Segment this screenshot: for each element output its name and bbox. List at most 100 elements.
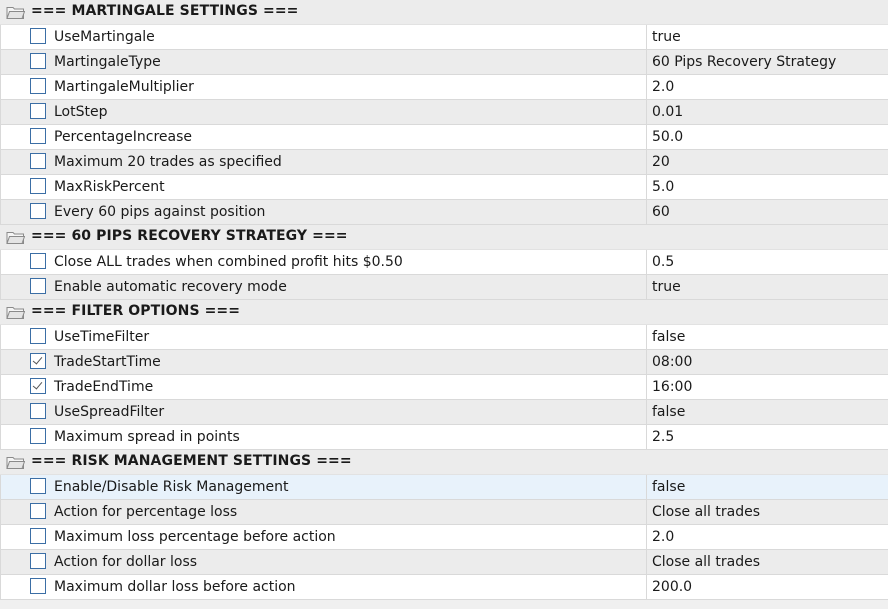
parameter-name-cell[interactable]: UseSpreadFilter: [0, 400, 646, 424]
parameter-value-cell[interactable]: Close all trades: [646, 500, 888, 524]
parameter-checkbox[interactable]: [30, 403, 46, 419]
parameter-value[interactable]: 2.0: [652, 529, 674, 545]
parameter-row[interactable]: UseMartingale true: [0, 25, 888, 50]
parameter-name-cell[interactable]: Enable/Disable Risk Management: [0, 475, 646, 499]
section-header[interactable]: === 60 PIPS RECOVERY STRATEGY ===: [0, 225, 888, 250]
parameter-name-cell[interactable]: TradeEndTime: [0, 375, 646, 399]
parameter-row[interactable]: Close ALL trades when combined profit hi…: [0, 250, 888, 275]
parameter-value[interactable]: 2.5: [652, 429, 674, 445]
parameter-name-cell[interactable]: MaxRiskPercent: [0, 175, 646, 199]
parameter-checkbox[interactable]: [30, 253, 46, 269]
parameter-name-cell[interactable]: Close ALL trades when combined profit hi…: [0, 250, 646, 274]
parameter-name-cell[interactable]: PercentageIncrease: [0, 125, 646, 149]
parameter-checkbox[interactable]: [30, 103, 46, 119]
parameter-value-cell[interactable]: 0.01: [646, 100, 888, 124]
parameter-value[interactable]: Close all trades: [652, 504, 760, 520]
parameter-value-cell[interactable]: 08:00: [646, 350, 888, 374]
parameter-value-cell[interactable]: true: [646, 25, 888, 49]
parameter-checkbox[interactable]: [30, 478, 46, 494]
parameter-name-cell[interactable]: Maximum dollar loss before action: [0, 575, 646, 599]
parameter-value[interactable]: false: [652, 329, 685, 345]
parameter-value[interactable]: Close all trades: [652, 554, 760, 570]
section-header[interactable]: === FILTER OPTIONS ===: [0, 300, 888, 325]
parameter-value-cell[interactable]: false: [646, 400, 888, 424]
parameter-checkbox[interactable]: [30, 78, 46, 94]
parameter-value[interactable]: 08:00: [652, 354, 692, 370]
parameter-value-cell[interactable]: 5.0: [646, 175, 888, 199]
parameter-row[interactable]: Action for dollar loss Close all trades: [0, 550, 888, 575]
parameter-name-cell[interactable]: Every 60 pips against position: [0, 200, 646, 224]
parameter-name-cell[interactable]: Enable automatic recovery mode: [0, 275, 646, 299]
parameter-value[interactable]: 0.01: [652, 104, 683, 120]
parameter-value[interactable]: false: [652, 404, 685, 420]
parameter-value[interactable]: true: [652, 279, 681, 295]
parameter-row[interactable]: UseSpreadFilter false: [0, 400, 888, 425]
parameter-value-cell[interactable]: false: [646, 475, 888, 499]
parameter-row[interactable]: MaxRiskPercent 5.0: [0, 175, 888, 200]
parameter-name-cell[interactable]: Maximum spread in points: [0, 425, 646, 449]
parameter-value-cell[interactable]: 2.0: [646, 525, 888, 549]
parameter-row[interactable]: UseTimeFilter false: [0, 325, 888, 350]
parameter-row[interactable]: TradeEndTime 16:00: [0, 375, 888, 400]
parameter-checkbox[interactable]: [30, 278, 46, 294]
parameter-value[interactable]: 16:00: [652, 379, 692, 395]
parameter-value-cell[interactable]: 50.0: [646, 125, 888, 149]
section-header[interactable]: === MARTINGALE SETTINGS ===: [0, 0, 888, 25]
parameter-name-cell[interactable]: MartingaleType: [0, 50, 646, 74]
parameter-checkbox[interactable]: [30, 428, 46, 444]
parameter-checkbox[interactable]: [30, 553, 46, 569]
parameter-value[interactable]: false: [652, 479, 685, 495]
parameter-row[interactable]: Maximum 20 trades as specified 20: [0, 150, 888, 175]
parameter-value-cell[interactable]: 0.5: [646, 250, 888, 274]
parameter-value[interactable]: 20: [652, 154, 670, 170]
parameter-value-cell[interactable]: 200.0: [646, 575, 888, 599]
parameter-row[interactable]: Every 60 pips against position 60: [0, 200, 888, 225]
parameter-value[interactable]: true: [652, 29, 681, 45]
parameter-name-cell[interactable]: MartingaleMultiplier: [0, 75, 646, 99]
parameter-checkbox[interactable]: [30, 203, 46, 219]
parameter-row[interactable]: Maximum loss percentage before action 2.0: [0, 525, 888, 550]
parameter-row[interactable]: MartingaleMultiplier 2.0: [0, 75, 888, 100]
parameter-value[interactable]: 60: [652, 204, 670, 220]
parameter-checkbox[interactable]: [30, 53, 46, 69]
parameter-value[interactable]: 5.0: [652, 179, 674, 195]
parameter-value-cell[interactable]: true: [646, 275, 888, 299]
parameter-checkbox[interactable]: [30, 503, 46, 519]
parameter-name-cell[interactable]: Maximum 20 trades as specified: [0, 150, 646, 174]
parameter-checkbox[interactable]: [30, 378, 46, 394]
parameter-checkbox[interactable]: [30, 578, 46, 594]
parameter-value-cell[interactable]: 2.0: [646, 75, 888, 99]
parameter-value[interactable]: 60 Pips Recovery Strategy: [652, 54, 836, 70]
parameter-value-cell[interactable]: 16:00: [646, 375, 888, 399]
parameter-name-cell[interactable]: UseMartingale: [0, 25, 646, 49]
parameter-value[interactable]: 200.0: [652, 579, 692, 595]
parameter-value[interactable]: 2.0: [652, 79, 674, 95]
parameter-row[interactable]: Maximum spread in points 2.5: [0, 425, 888, 450]
section-header[interactable]: === RISK MANAGEMENT SETTINGS ===: [0, 450, 888, 475]
parameter-row[interactable]: LotStep 0.01: [0, 100, 888, 125]
parameter-row[interactable]: TradeStartTime 08:00: [0, 350, 888, 375]
parameter-checkbox[interactable]: [30, 128, 46, 144]
parameter-row[interactable]: Enable/Disable Risk Management false: [0, 475, 888, 500]
parameter-name-cell[interactable]: Maximum loss percentage before action: [0, 525, 646, 549]
parameter-name-cell[interactable]: LotStep: [0, 100, 646, 124]
parameter-value-cell[interactable]: 60 Pips Recovery Strategy: [646, 50, 888, 74]
parameter-checkbox[interactable]: [30, 178, 46, 194]
parameter-row[interactable]: Action for percentage loss Close all trad…: [0, 500, 888, 525]
parameter-value-cell[interactable]: 20: [646, 150, 888, 174]
parameter-name-cell[interactable]: UseTimeFilter: [0, 325, 646, 349]
parameter-checkbox[interactable]: [30, 328, 46, 344]
parameter-checkbox[interactable]: [30, 353, 46, 369]
parameter-row[interactable]: PercentageIncrease 50.0: [0, 125, 888, 150]
parameter-checkbox[interactable]: [30, 528, 46, 544]
parameter-value-cell[interactable]: 60: [646, 200, 888, 224]
parameter-value-cell[interactable]: Close all trades: [646, 550, 888, 574]
parameter-checkbox[interactable]: [30, 28, 46, 44]
parameter-row[interactable]: MartingaleType 60 Pips Recovery Strategy: [0, 50, 888, 75]
parameter-checkbox[interactable]: [30, 153, 46, 169]
parameter-value-cell[interactable]: false: [646, 325, 888, 349]
parameter-name-cell[interactable]: Action for dollar loss: [0, 550, 646, 574]
parameter-value[interactable]: 0.5: [652, 254, 674, 270]
parameter-row[interactable]: Maximum dollar loss before action 200.0: [0, 575, 888, 600]
parameter-value-cell[interactable]: 2.5: [646, 425, 888, 449]
